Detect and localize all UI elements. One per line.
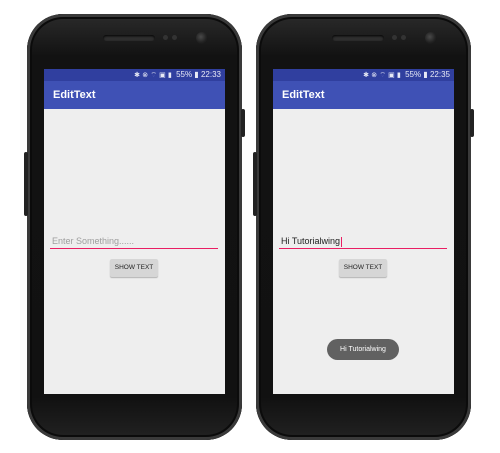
volume-button[interactable] [24,152,28,216]
main-content: Enter Something...... SHOW TEXT [44,109,225,394]
main-content: Hi Tutorialwing SHOW TEXT Hi Tutorialwin… [273,109,454,394]
status-bar: ✱ ⊗ ⌔ ▣ ▮ 55% ▮ 22:33 [44,69,225,81]
power-button[interactable] [241,109,245,137]
edit-text-field[interactable]: Hi Tutorialwing [279,234,447,249]
sensor-dot [172,35,177,40]
screen: ✱ ⊗ ⌔ ▣ ▮ 55% ▮ 22:35 EditText Hi Tutori… [273,69,454,394]
show-text-button[interactable]: SHOW TEXT [110,259,158,277]
battery-icon: ▮ [194,70,199,79]
app-title: EditText [282,89,325,101]
text-cursor [341,236,343,247]
speaker-grille [103,35,155,41]
battery-icon: ▮ [423,70,428,79]
status-time: 22:33 [200,70,221,79]
edit-text-value: Hi Tutorialwing [281,236,341,246]
phone-left: ✱ ⊗ ⌔ ▣ ▮ 55% ▮ 22:33 EditText Enter Som… [24,14,245,440]
status-bar: ✱ ⊗ ⌔ ▣ ▮ 55% ▮ 22:35 [273,69,454,81]
front-camera [425,32,437,44]
app-title: EditText [53,89,96,101]
status-icons: ✱ ⊗ ⌔ ▣ ▮ [134,71,172,79]
battery-level: 55% [176,70,193,79]
toast-message: Hi Tutorialwing [327,339,399,360]
screen: ✱ ⊗ ⌔ ▣ ▮ 55% ▮ 22:33 EditText Enter Som… [44,69,225,394]
edit-text-field[interactable]: Enter Something...... [50,234,218,249]
sensor-dot [163,35,168,40]
battery-level: 55% [405,70,422,79]
status-icons: ✱ ⊗ ⌔ ▣ ▮ [363,71,401,79]
app-bar: EditText [44,81,225,109]
status-time: 22:35 [429,70,450,79]
phone-right: ✱ ⊗ ⌔ ▣ ▮ 55% ▮ 22:35 EditText Hi Tutori… [253,14,474,440]
volume-button[interactable] [253,152,257,216]
edit-text-placeholder: Enter Something...... [52,236,135,246]
show-text-button[interactable]: SHOW TEXT [339,259,387,277]
app-bar: EditText [273,81,454,109]
power-button[interactable] [470,109,474,137]
sensor-dot [392,35,397,40]
front-camera [196,32,208,44]
sensor-dot [401,35,406,40]
speaker-grille [332,35,384,41]
